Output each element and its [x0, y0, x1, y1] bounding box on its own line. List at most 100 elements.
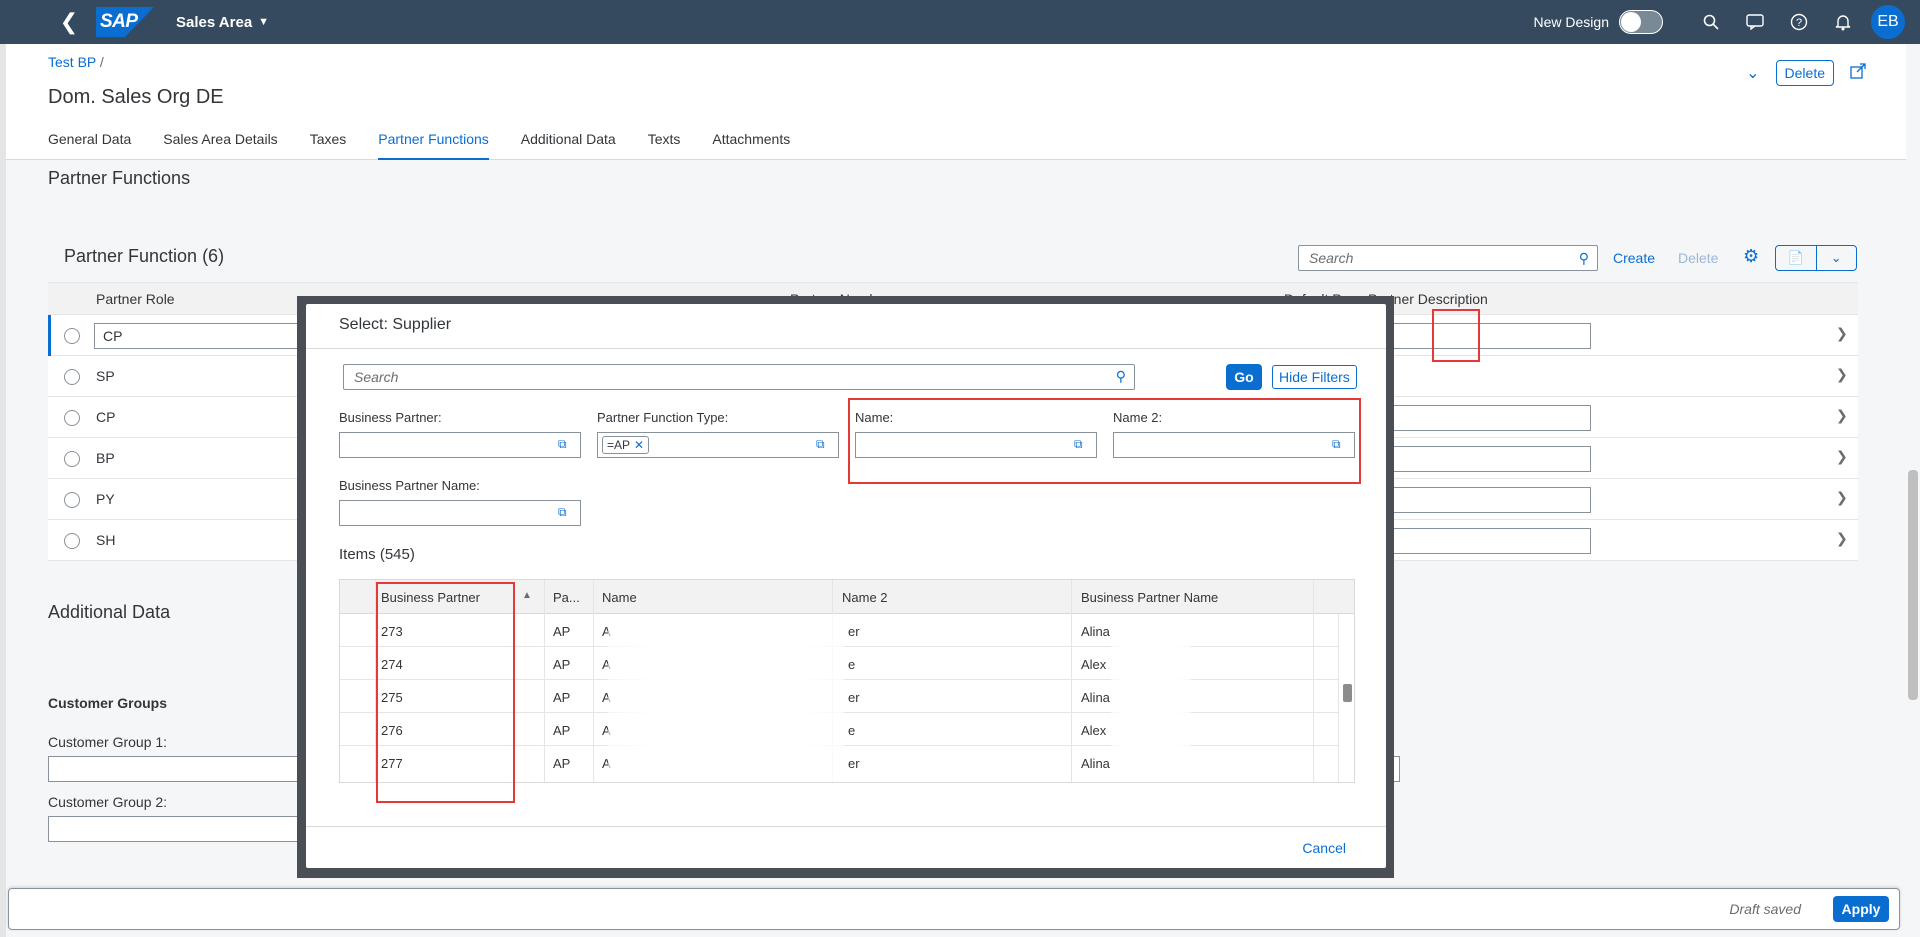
value-help-icon[interactable]: ⧉: [558, 437, 574, 453]
column-header-name-2[interactable]: Name 2: [842, 590, 888, 605]
filter-token-text: =AP: [607, 438, 631, 452]
highlight-box-name-filters: [848, 398, 1361, 484]
partner-role-text: CP: [96, 409, 116, 425]
partner-function-cell: AP: [553, 624, 571, 639]
redaction-blur: [1111, 614, 1191, 782]
name-2-cell: er: [848, 690, 860, 705]
breadcrumb-link-test-bp[interactable]: Test BP: [48, 54, 96, 70]
row-select-radio[interactable]: [64, 369, 80, 385]
search-icon[interactable]: ⚲: [1579, 250, 1589, 267]
dialog-search-input[interactable]: Search ⚲: [343, 364, 1135, 390]
row-select-radio[interactable]: [64, 492, 80, 508]
section-title-partner-functions: Partner Functions: [48, 168, 191, 188]
business-partner-name-cell: Alex: [1081, 657, 1107, 672]
page-scrollbar-thumb[interactable]: [1908, 470, 1918, 700]
customer-group-1-input[interactable]: [48, 756, 308, 782]
breadcrumb-separator: /: [99, 54, 104, 70]
footer-toolbar: Draft saved Apply: [8, 888, 1900, 930]
highlight-box-value-help: [1432, 309, 1480, 362]
row-select-radio[interactable]: [64, 533, 80, 549]
row-select-radio[interactable]: [64, 451, 80, 467]
name-2-cell: er: [848, 624, 860, 639]
business-partner-filter-input[interactable]: ⧉: [339, 432, 581, 458]
notifications-icon[interactable]: [1821, 0, 1865, 44]
cancel-button[interactable]: Cancel: [1302, 840, 1346, 856]
export-menu-button[interactable]: 📄 ⌄: [1775, 245, 1857, 271]
delete-button[interactable]: Delete: [1775, 60, 1834, 86]
tab-attachments[interactable]: Attachments: [712, 131, 790, 160]
value-help-icon[interactable]: ⧉: [558, 505, 574, 521]
delete-row-button[interactable]: Delete: [1678, 250, 1718, 266]
partner-function-cell: AP: [553, 756, 571, 771]
chevron-down-icon[interactable]: ⌄: [1815, 246, 1857, 270]
tab-sales-area-details[interactable]: Sales Area Details: [163, 131, 277, 160]
back-icon[interactable]: ❮: [47, 0, 91, 44]
partner-role-text: SH: [96, 532, 116, 548]
tab-partner-functions[interactable]: Partner Functions: [378, 131, 489, 160]
svg-text:?: ?: [1796, 17, 1802, 29]
row-select-radio[interactable]: [64, 410, 80, 426]
row-navigation-icon[interactable]: ❯: [1836, 407, 1848, 424]
object-page-header: Test BP / Dom. Sales Org DE ⌄ Delete Gen…: [6, 44, 1906, 160]
row-select-radio[interactable]: [64, 328, 80, 344]
hide-filters-button[interactable]: Hide Filters: [1272, 365, 1357, 389]
row-navigation-icon[interactable]: ❯: [1836, 366, 1848, 383]
column-header-business-partner-name[interactable]: Business Partner Name: [1081, 590, 1218, 605]
user-avatar[interactable]: EB: [1871, 5, 1905, 39]
app-title-menu[interactable]: Sales Area ▼: [176, 14, 269, 31]
customer-group-1-label: Customer Group 1:: [48, 734, 168, 750]
go-button[interactable]: Go: [1226, 364, 1262, 390]
partner-description-input[interactable]: [1365, 487, 1591, 513]
redaction-blur: [608, 614, 844, 782]
business-partner-name-filter-input[interactable]: ⧉: [339, 500, 581, 526]
feedback-icon[interactable]: [1733, 0, 1777, 44]
column-header-partner-function[interactable]: Pa...: [553, 590, 580, 605]
column-header-partner-role[interactable]: Partner Role: [96, 291, 175, 307]
apply-button[interactable]: Apply: [1833, 896, 1889, 922]
search-icon[interactable]: ⚲: [1116, 368, 1126, 385]
row-navigation-icon[interactable]: ❯: [1836, 325, 1848, 342]
filter-token[interactable]: =AP ✕: [602, 436, 650, 454]
tab-texts[interactable]: Texts: [648, 131, 681, 160]
export-icon[interactable]: 📄: [1776, 246, 1816, 270]
page-title: Dom. Sales Org DE: [48, 86, 224, 108]
highlight-box-business-partner-column: [376, 582, 515, 803]
new-design-toggle[interactable]: [1619, 10, 1663, 34]
items-title: Items (545): [339, 546, 415, 563]
row-navigation-icon[interactable]: ❯: [1836, 489, 1848, 506]
dialog-title: Select: Supplier: [339, 316, 452, 333]
create-button[interactable]: Create: [1613, 250, 1655, 266]
items-table-scroll-thumb[interactable]: [1343, 684, 1352, 702]
partner-description-input[interactable]: [1365, 446, 1591, 472]
business-partner-name-cell: Alina: [1081, 624, 1110, 639]
name-2-cell: er: [848, 756, 860, 771]
dialog-divider: [306, 348, 1386, 349]
partner-function-cell: AP: [553, 723, 571, 738]
customer-group-2-label: Customer Group 2:: [48, 794, 168, 810]
row-navigation-icon[interactable]: ❯: [1836, 448, 1848, 465]
tab-additional-data[interactable]: Additional Data: [521, 131, 616, 160]
value-help-icon[interactable]: ⧉: [816, 437, 832, 453]
business-partner-label: Business Partner:: [339, 410, 442, 425]
partner-function-table-title: Partner Function (6): [64, 246, 225, 266]
tab-taxes[interactable]: Taxes: [310, 131, 347, 160]
help-icon[interactable]: ?: [1777, 0, 1821, 44]
caret-down-icon: ▼: [258, 16, 270, 28]
search-icon[interactable]: [1689, 0, 1733, 44]
remove-token-icon[interactable]: ✕: [634, 438, 644, 452]
tab-general-data[interactable]: General Data: [48, 131, 131, 160]
customer-group-2-input[interactable]: [48, 816, 308, 842]
sap-logo[interactable]: SAP: [96, 7, 154, 37]
partner-description-input[interactable]: [1365, 405, 1591, 431]
partner-function-search-input[interactable]: Search ⚲: [1298, 245, 1598, 271]
share-icon[interactable]: [1850, 62, 1866, 84]
partner-function-type-filter-input[interactable]: =AP ✕ ⧉: [597, 432, 839, 458]
expand-header-icon[interactable]: ⌄: [1746, 63, 1759, 83]
row-navigation-icon[interactable]: ❯: [1836, 530, 1848, 547]
gear-icon[interactable]: ⚙: [1743, 246, 1759, 267]
column-header-name[interactable]: Name: [602, 590, 637, 605]
partner-description-input[interactable]: [1365, 528, 1591, 554]
draft-status: Draft saved: [1729, 901, 1801, 917]
items-table-scrollbar[interactable]: [1338, 614, 1354, 782]
search-placeholder: Search: [354, 369, 399, 385]
